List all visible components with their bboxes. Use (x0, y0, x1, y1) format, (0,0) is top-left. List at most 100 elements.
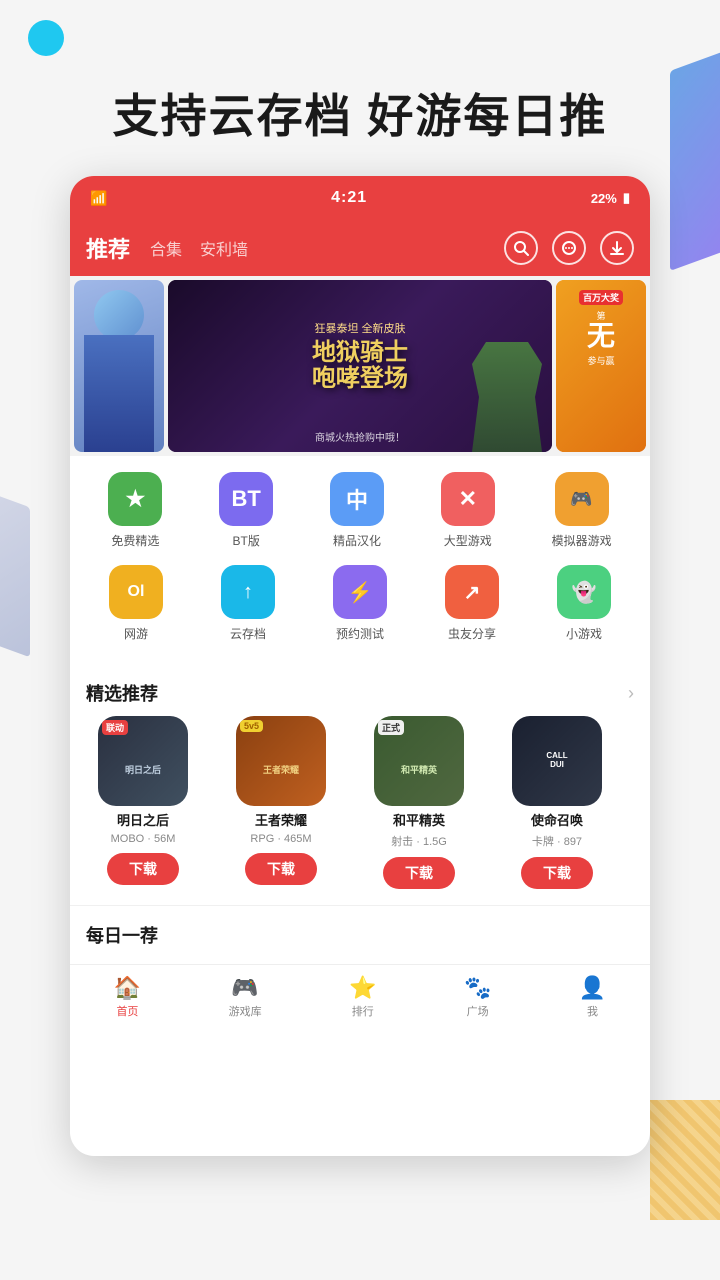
game-lib-icon: 🎮 (231, 975, 258, 1001)
category-row-2: Ol 网游 ↑ 云存档 ⚡ 预约测试 ↗ 虫友分享 👻 小游戏 (80, 565, 640, 642)
bottom-nav-home[interactable]: 🏠 首页 (114, 975, 141, 1019)
battery-icon: ▮ (623, 190, 630, 206)
featured-title: 精选推荐 (86, 680, 158, 706)
cat-online[interactable]: Ol 网游 (109, 565, 163, 642)
section-hint: 每日一荐 (70, 905, 650, 964)
status-bar: 📶 4:21 22% ▮ (70, 176, 650, 220)
cat-cloud-save-label: 云存档 (230, 625, 266, 642)
me-icon: 👤 (579, 975, 606, 1001)
status-left: 📶 (90, 190, 107, 207)
banner-center-text: 地狱骑士咆哮登场 (312, 340, 408, 393)
deco-stripe-top (670, 49, 720, 271)
nav-bar: 推荐 合集 安利墙 (70, 220, 650, 276)
featured-more[interactable]: › (628, 683, 634, 704)
game-meta-4: 卡牌 · 897 (532, 833, 582, 849)
deco-stripe-left (0, 493, 30, 658)
cat-mini-game[interactable]: 👻 小游戏 (557, 565, 611, 642)
phone-frame: 📶 4:21 22% ▮ 推荐 合集 安利墙 (70, 176, 650, 1156)
banner-left[interactable] (74, 280, 164, 452)
plaza-label: 广场 (467, 1003, 489, 1019)
cat-free-select-icon: ★ (108, 472, 162, 526)
download-btn-3[interactable]: 下载 (383, 857, 455, 889)
cat-localize-label: 精品汉化 (333, 532, 381, 549)
category-area: ★ 免费精选 BT BT版 中 精品汉化 ✕ 大型游戏 🎮 模拟器游戏 (70, 456, 650, 666)
nav-icons (504, 231, 634, 265)
home-icon: 🏠 (114, 975, 141, 1001)
headline: 支持云存档 好游每日推 (113, 80, 608, 146)
search-icon[interactable] (504, 231, 538, 265)
status-time: 4:21 (331, 189, 367, 207)
cat-bug-share-label: 虫友分享 (448, 625, 496, 642)
blue-dot (28, 20, 64, 56)
cat-cloud-save-icon: ↑ (221, 565, 275, 619)
game-name-4: 使命召唤 (531, 810, 583, 829)
banner-area: 狂暴泰坦 全新皮肤 地狱骑士咆哮登场 商城火热抢购中哦！ 百万大奖 第 无 参与… (70, 276, 650, 456)
cat-mini-game-icon: 👻 (557, 565, 611, 619)
deco-stripe-bottom-right (650, 1100, 720, 1220)
game-name-3: 和平精英 (393, 810, 445, 829)
game-card-4: CALLDUI 使命召唤 卡牌 · 897 下载 (492, 716, 622, 889)
game-name-1: 明日之后 (117, 810, 169, 829)
banner-right[interactable]: 百万大奖 第 无 参与赢 (556, 280, 646, 452)
nav-title[interactable]: 推荐 (86, 232, 130, 264)
bottom-nav: 🏠 首页 🎮 游戏库 ⭐ 排行 🐾 广场 👤 我 (70, 964, 650, 1028)
cat-free-select[interactable]: ★ 免费精选 (108, 472, 162, 549)
home-label: 首页 (116, 1003, 138, 1019)
cat-pre-test-icon: ⚡ (333, 565, 387, 619)
outer-background: 支持云存档 好游每日推 📶 4:21 22% ▮ 推荐 合集 安利墙 (0, 0, 720, 1280)
cat-pre-test[interactable]: ⚡ 预约测试 (333, 565, 387, 642)
wifi-icon: 📶 (90, 190, 107, 207)
nav-tab-recommend[interactable]: 安利墙 (200, 236, 248, 260)
featured-section-header: 精选推荐 › (70, 666, 650, 716)
download-btn-2[interactable]: 下载 (245, 853, 317, 885)
bottom-nav-ranking[interactable]: ⭐ 排行 (349, 975, 376, 1019)
game-icon-2[interactable]: 5v5 王者荣耀 (236, 716, 326, 806)
game-icon-4[interactable]: CALLDUI (512, 716, 602, 806)
cat-localize[interactable]: 中 精品汉化 (330, 472, 384, 549)
cat-big-game-label: 大型游戏 (444, 532, 492, 549)
me-label: 我 (587, 1003, 598, 1019)
ranking-icon: ⭐ (349, 975, 376, 1001)
game-meta-1: MOBO · 56M (111, 833, 176, 845)
battery-pct: 22% (591, 191, 617, 206)
bottom-nav-plaza[interactable]: 🐾 广场 (464, 975, 491, 1019)
cat-free-select-label: 免费精选 (111, 532, 159, 549)
cat-bug-share[interactable]: ↗ 虫友分享 (445, 565, 499, 642)
game-icon-3[interactable]: 正式 和平精英 (374, 716, 464, 806)
game-icon-1[interactable]: 联动 明日之后 (98, 716, 188, 806)
cat-online-icon: Ol (109, 565, 163, 619)
cat-emulator-label: 模拟器游戏 (552, 532, 612, 549)
chat-icon[interactable] (552, 231, 586, 265)
download-btn-1[interactable]: 下载 (107, 853, 179, 885)
bottom-nav-game-lib[interactable]: 🎮 游戏库 (229, 975, 262, 1019)
cat-pre-test-label: 预约测试 (336, 625, 384, 642)
game-lib-label: 游戏库 (229, 1003, 262, 1019)
plaza-icon: 🐾 (464, 975, 491, 1001)
cat-big-game[interactable]: ✕ 大型游戏 (441, 472, 495, 549)
game-card-1: 联动 明日之后 明日之后 MOBO · 56M 下载 (78, 716, 208, 889)
download-icon[interactable] (600, 231, 634, 265)
cat-cloud-save[interactable]: ↑ 云存档 (221, 565, 275, 642)
cat-localize-icon: 中 (330, 472, 384, 526)
banner-center[interactable]: 狂暴泰坦 全新皮肤 地狱骑士咆哮登场 商城火热抢购中哦！ (168, 280, 552, 452)
nav-tab-collections[interactable]: 合集 (150, 236, 182, 260)
game-name-2: 王者荣耀 (255, 810, 307, 829)
cat-bt-icon: BT (219, 472, 273, 526)
cat-mini-game-label: 小游戏 (566, 625, 602, 642)
section2-title: 每日一荐 (86, 926, 158, 946)
cat-online-label: 网游 (124, 625, 148, 642)
bottom-nav-me[interactable]: 👤 我 (579, 975, 606, 1019)
game-meta-2: RPG · 465M (250, 833, 311, 845)
download-btn-4[interactable]: 下载 (521, 857, 593, 889)
game-card-2: 5v5 王者荣耀 王者荣耀 RPG · 465M 下载 (216, 716, 346, 889)
game-card-3: 正式 和平精英 和平精英 射击 · 1.5G 下载 (354, 716, 484, 889)
ranking-label: 排行 (352, 1003, 374, 1019)
category-row-1: ★ 免费精选 BT BT版 中 精品汉化 ✕ 大型游戏 🎮 模拟器游戏 (80, 472, 640, 549)
cat-bt[interactable]: BT BT版 (219, 472, 273, 549)
status-right: 22% ▮ (591, 190, 630, 206)
cat-emulator[interactable]: 🎮 模拟器游戏 (552, 472, 612, 549)
cat-big-game-icon: ✕ (441, 472, 495, 526)
game-list: 联动 明日之后 明日之后 MOBO · 56M 下载 5v5 王者荣耀 (70, 716, 650, 905)
game-meta-3: 射击 · 1.5G (391, 833, 447, 849)
banner-center-sub: 商城火热抢购中哦！ (168, 429, 552, 444)
